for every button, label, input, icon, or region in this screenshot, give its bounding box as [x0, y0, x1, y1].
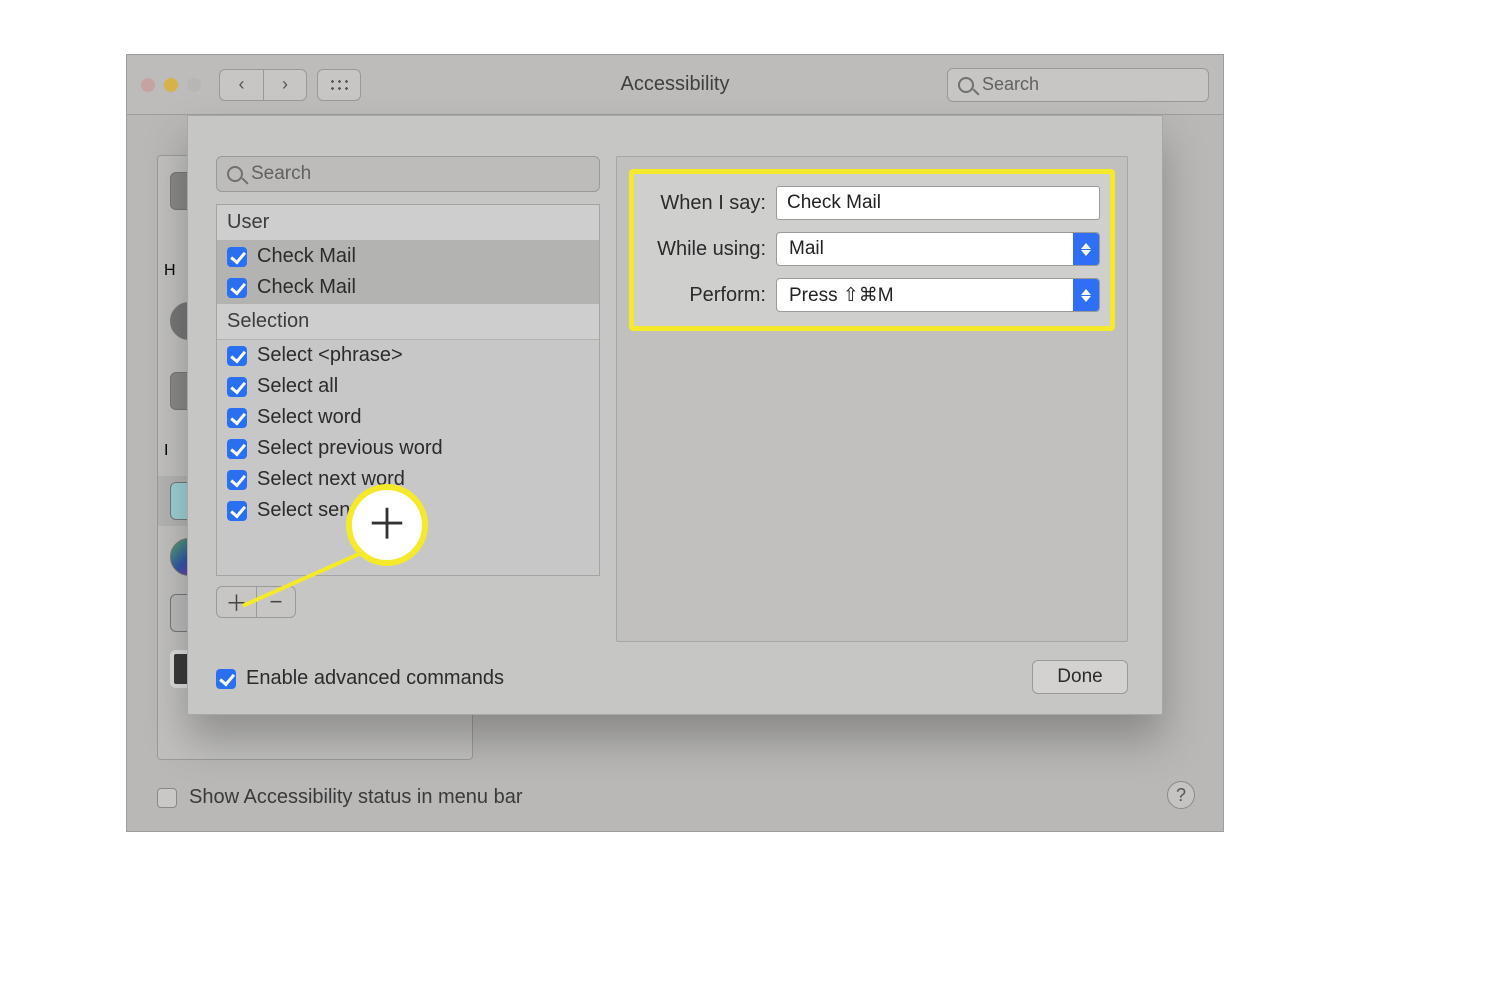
status-menubar-label: Show Accessibility status in menu bar: [189, 786, 523, 809]
select-stepper-icon: [1073, 233, 1099, 265]
chevron-left-icon: ‹: [239, 74, 245, 95]
list-item[interactable]: Select all: [217, 371, 599, 402]
list-item-label: Select all: [257, 375, 338, 398]
form-row-perform: Perform: Press ⇧⌘M: [644, 278, 1100, 312]
list-item-label: Select <phrase>: [257, 344, 403, 367]
search-icon: [227, 166, 243, 182]
close-window-button[interactable]: [141, 78, 155, 92]
list-group-user: User: [217, 205, 599, 241]
checkbox-checked-icon[interactable]: [227, 501, 247, 521]
list-group-selection: Selection: [217, 303, 599, 340]
list-item[interactable]: Check Mail: [217, 272, 599, 303]
forward-button[interactable]: ›: [263, 69, 307, 101]
done-label: Done: [1057, 666, 1102, 688]
chevron-right-icon: ›: [282, 74, 288, 95]
grid-icon: [329, 78, 349, 92]
when-input-value: Check Mail: [787, 192, 881, 214]
checkbox-checked-icon[interactable]: [227, 408, 247, 428]
list-item-label: Check Mail: [257, 276, 356, 299]
when-label: When I say:: [644, 192, 776, 215]
voice-commands-sheet: Search User Check Mail Check Mail Select…: [187, 115, 1163, 715]
status-menubar-checkbox[interactable]: [157, 788, 177, 808]
search-placeholder: Search: [982, 74, 1198, 95]
status-menubar-row: Show Accessibility status in menu bar: [157, 786, 1163, 809]
advanced-checkbox[interactable]: [216, 669, 236, 689]
titlebar: ‹ › Accessibility Search: [127, 55, 1223, 115]
search-icon: [958, 77, 974, 93]
commands-search-field[interactable]: Search: [216, 156, 600, 192]
window-search-field[interactable]: Search: [947, 68, 1209, 102]
checkbox-checked-icon[interactable]: [227, 346, 247, 366]
list-item-label: Check Mail: [257, 245, 356, 268]
sheet-right-column: When I say: Check Mail While using: Mail: [616, 156, 1128, 642]
advanced-label: Enable advanced commands: [246, 667, 504, 690]
form-row-while: While using: Mail: [644, 232, 1100, 266]
back-button[interactable]: ‹: [219, 69, 263, 101]
checkbox-checked-icon[interactable]: [227, 439, 247, 459]
nav-back-forward: ‹ ›: [219, 69, 307, 101]
perform-select[interactable]: Press ⇧⌘M: [776, 278, 1100, 312]
list-item[interactable]: Select <phrase>: [217, 340, 599, 371]
when-input[interactable]: Check Mail: [776, 186, 1100, 220]
window-controls: [141, 78, 201, 92]
while-select-value: Mail: [777, 238, 1073, 260]
checkbox-checked-icon[interactable]: [227, 377, 247, 397]
command-form-highlight: When I say: Check Mail While using: Mail: [629, 169, 1115, 331]
perform-label: Perform:: [644, 284, 776, 307]
checkbox-checked-icon[interactable]: [227, 470, 247, 490]
while-label: While using:: [644, 238, 776, 261]
plus-icon: ＋: [366, 504, 408, 546]
list-item[interactable]: Select word: [217, 402, 599, 433]
advanced-commands-row: Enable advanced commands: [216, 667, 504, 690]
form-row-when: When I say: Check Mail: [644, 186, 1100, 220]
perform-select-value: Press ⇧⌘M: [777, 284, 1073, 307]
list-item[interactable]: Check Mail: [217, 241, 599, 272]
checkbox-checked-icon[interactable]: [227, 247, 247, 267]
minimize-window-button[interactable]: [164, 78, 178, 92]
checkbox-checked-icon[interactable]: [227, 278, 247, 298]
help-button[interactable]: ?: [1167, 781, 1195, 809]
list-item[interactable]: Select previous word: [217, 433, 599, 464]
list-item-label: Select word: [257, 406, 362, 429]
list-item-label: Select previous word: [257, 437, 443, 460]
show-all-button[interactable]: [317, 69, 361, 101]
search-placeholder: Search: [251, 163, 589, 185]
while-select[interactable]: Mail: [776, 232, 1100, 266]
done-button[interactable]: Done: [1032, 660, 1128, 694]
select-stepper-icon: [1073, 279, 1099, 311]
zoom-window-button[interactable]: [187, 78, 201, 92]
preferences-window: ‹ › Accessibility Search H I: [126, 54, 1224, 832]
annotation-circle-plus: ＋: [346, 484, 428, 566]
